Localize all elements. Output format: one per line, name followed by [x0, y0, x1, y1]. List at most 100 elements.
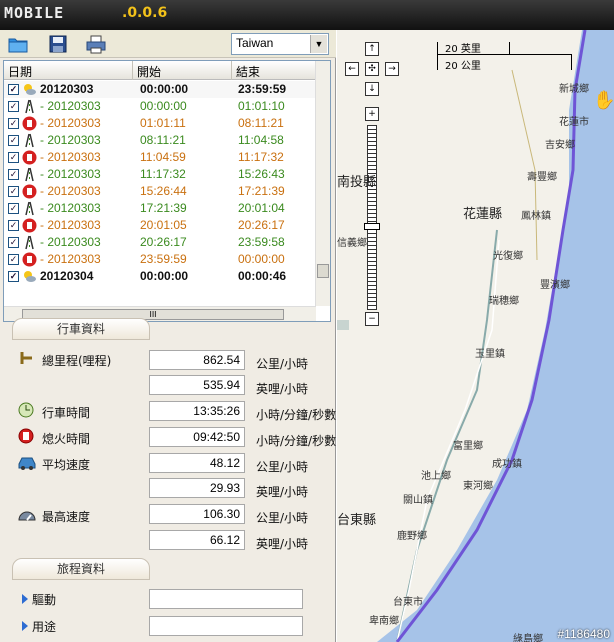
trip-row[interactable]: ✓ - 20120303 23:59:59 00:00:00	[4, 251, 316, 268]
floppy-disk-icon	[49, 35, 67, 53]
row-checkbox[interactable]: ✓	[8, 203, 19, 214]
avg-speed-label: 平均速度	[42, 458, 91, 472]
map-view[interactable]: 20 英里 20 公里 ↑ ← ✣ → ↓ + − ✋ 新城鄉 花蓮市 吉安鄉 …	[337, 30, 614, 642]
map-label-nantou: 南投縣	[337, 175, 377, 190]
zoom-slider-track[interactable]	[367, 125, 377, 310]
pan-left-button[interactable]: ←	[345, 62, 359, 76]
trip-row[interactable]: ✓ - 20120303 11:04:59 11:17:32	[4, 149, 316, 166]
row-date: - 20120303	[40, 99, 101, 113]
column-header-date[interactable]: 日期	[4, 61, 133, 80]
stop-hand-icon	[18, 428, 34, 444]
trip-row[interactable]: ✓ - 20120303 08:11:21 11:04:58	[4, 132, 316, 149]
row-date: 20120303	[40, 82, 94, 96]
trip-data-section-header: 行車資料	[12, 318, 150, 340]
row-date: 20120304	[40, 269, 94, 283]
row-checkbox[interactable]: ✓	[8, 254, 19, 265]
save-button[interactable]	[47, 34, 69, 54]
trip-row[interactable]: ✓ - 20120303 15:26:44 17:21:39	[4, 183, 316, 200]
region-select[interactable]: Taiwan ▼	[231, 33, 329, 55]
map-label-yuli: 玉里鎮	[475, 349, 505, 360]
sun-cloud-icon	[24, 271, 36, 282]
speedometer-icon	[18, 511, 36, 521]
map-label-luye: 鹿野鄉	[397, 531, 427, 542]
trip-row[interactable]: ✓ - 20120303 11:17:32 15:26:43	[4, 166, 316, 183]
row-start: 01:01:11	[140, 116, 186, 130]
vertical-scrollbar[interactable]	[315, 61, 330, 306]
map-label-chenggong: 成功鎮	[492, 459, 522, 470]
road-icon	[25, 133, 34, 148]
zoom-out-button[interactable]: −	[365, 312, 379, 326]
row-end: 01:01:10	[238, 99, 285, 113]
row-checkbox[interactable]: ✓	[8, 186, 19, 197]
map-label-fenglin: 鳳林鎮	[521, 211, 551, 222]
trip-row[interactable]: ✓ - 20120303 20:01:05 20:26:17	[4, 217, 316, 234]
pan-right-button[interactable]: →	[385, 62, 399, 76]
map-label-shoufeng: 壽豐鄉	[527, 172, 557, 183]
row-end: 23:59:58	[238, 235, 285, 249]
pan-down-button[interactable]: ↓	[365, 82, 379, 96]
row-end: 11:04:58	[238, 133, 284, 147]
idle-time-value: 09:42:50	[149, 427, 245, 447]
trip-row[interactable]: ✓ - 20120303 01:01:11 08:11:21	[4, 115, 316, 132]
row-checkbox[interactable]: ✓	[8, 169, 19, 180]
print-button[interactable]	[85, 34, 107, 54]
row-end: 20:01:04	[238, 201, 285, 215]
row-checkbox[interactable]: ✓	[8, 237, 19, 248]
row-start: 00:00:00	[140, 269, 189, 283]
title-bar: MOBILE .0.0.6	[0, 0, 614, 30]
row-checkbox[interactable]: ✓	[8, 135, 19, 146]
row-checkbox[interactable]: ✓	[8, 118, 19, 129]
trip-row[interactable]: ✓ 20120304 00:00:00 00:00:46	[4, 268, 316, 285]
map-label-xincheng: 新城鄉	[559, 84, 589, 95]
row-start: 17:21:39	[140, 201, 187, 215]
expand-arrow-icon[interactable]	[22, 621, 28, 631]
app-version: .0.0.6	[122, 5, 168, 21]
map-label-ruisui: 瑞穗鄉	[489, 296, 519, 307]
row-start: 08:11:21	[140, 133, 186, 147]
driver-input[interactable]	[149, 589, 303, 609]
stop-hand-icon	[22, 252, 37, 267]
row-date: - 20120303	[40, 133, 101, 147]
open-folder-button[interactable]	[7, 34, 29, 54]
row-end: 20:26:17	[238, 218, 285, 232]
chevron-down-icon[interactable]: ▼	[310, 35, 327, 53]
row-start: 20:26:17	[140, 235, 187, 249]
row-checkbox[interactable]: ✓	[8, 152, 19, 163]
trip-row[interactable]: ✓ - 20120303 00:00:00 01:01:10	[4, 98, 316, 115]
purpose-input[interactable]	[149, 616, 303, 636]
zoom-in-button[interactable]: +	[365, 107, 379, 121]
expand-arrow-icon[interactable]	[22, 594, 28, 604]
app-logo: MOBILE	[4, 4, 65, 22]
map-label-taitung-county: 台東縣	[337, 513, 377, 528]
max-speed-mi-value: 66.12	[149, 530, 245, 550]
trip-row[interactable]: ✓ - 20120303 20:26:17 23:59:58	[4, 234, 316, 251]
row-start: 15:26:44	[140, 184, 187, 198]
row-date: - 20120303	[40, 116, 101, 130]
row-checkbox[interactable]: ✓	[8, 101, 19, 112]
scale-mi-label: 20 英里	[445, 44, 481, 55]
pan-up-button[interactable]: ↑	[365, 42, 379, 56]
trip-row[interactable]: ✓ - 20120303 17:21:39 20:01:04	[4, 200, 316, 217]
column-header-start[interactable]: 開始	[133, 61, 232, 80]
stop-hand-icon	[22, 184, 37, 199]
folder-icon	[8, 38, 28, 53]
hand-pan-cursor-icon: ✋	[593, 90, 614, 111]
watermark: #1186480	[557, 627, 611, 641]
vertical-scrollbar-thumb[interactable]	[317, 264, 329, 278]
row-end: 00:00:00	[238, 252, 285, 266]
row-checkbox[interactable]: ✓	[8, 84, 19, 95]
row-end: 00:00:46	[238, 269, 287, 283]
trip-list-rows: ✓ 20120303 00:00:00 23:59:59 ✓ - 20120303 00:0…	[4, 81, 316, 285]
zoom-slider-thumb[interactable]	[364, 223, 380, 230]
max-speed-label: 最高速度	[42, 510, 91, 524]
row-checkbox[interactable]: ✓	[8, 220, 19, 231]
row-start: 11:17:32	[140, 167, 186, 181]
pan-center-button[interactable]: ✣	[365, 62, 379, 76]
trip-row[interactable]: ✓ 20120303 00:00:00 23:59:59	[4, 81, 316, 98]
scale-km-label: 20 公里	[445, 61, 481, 72]
row-end: 08:11:21	[238, 116, 284, 130]
row-checkbox[interactable]: ✓	[8, 271, 19, 282]
row-date: - 20120303	[40, 218, 101, 232]
row-end: 17:21:39	[238, 184, 285, 198]
column-header-end[interactable]: 結束	[232, 61, 316, 80]
